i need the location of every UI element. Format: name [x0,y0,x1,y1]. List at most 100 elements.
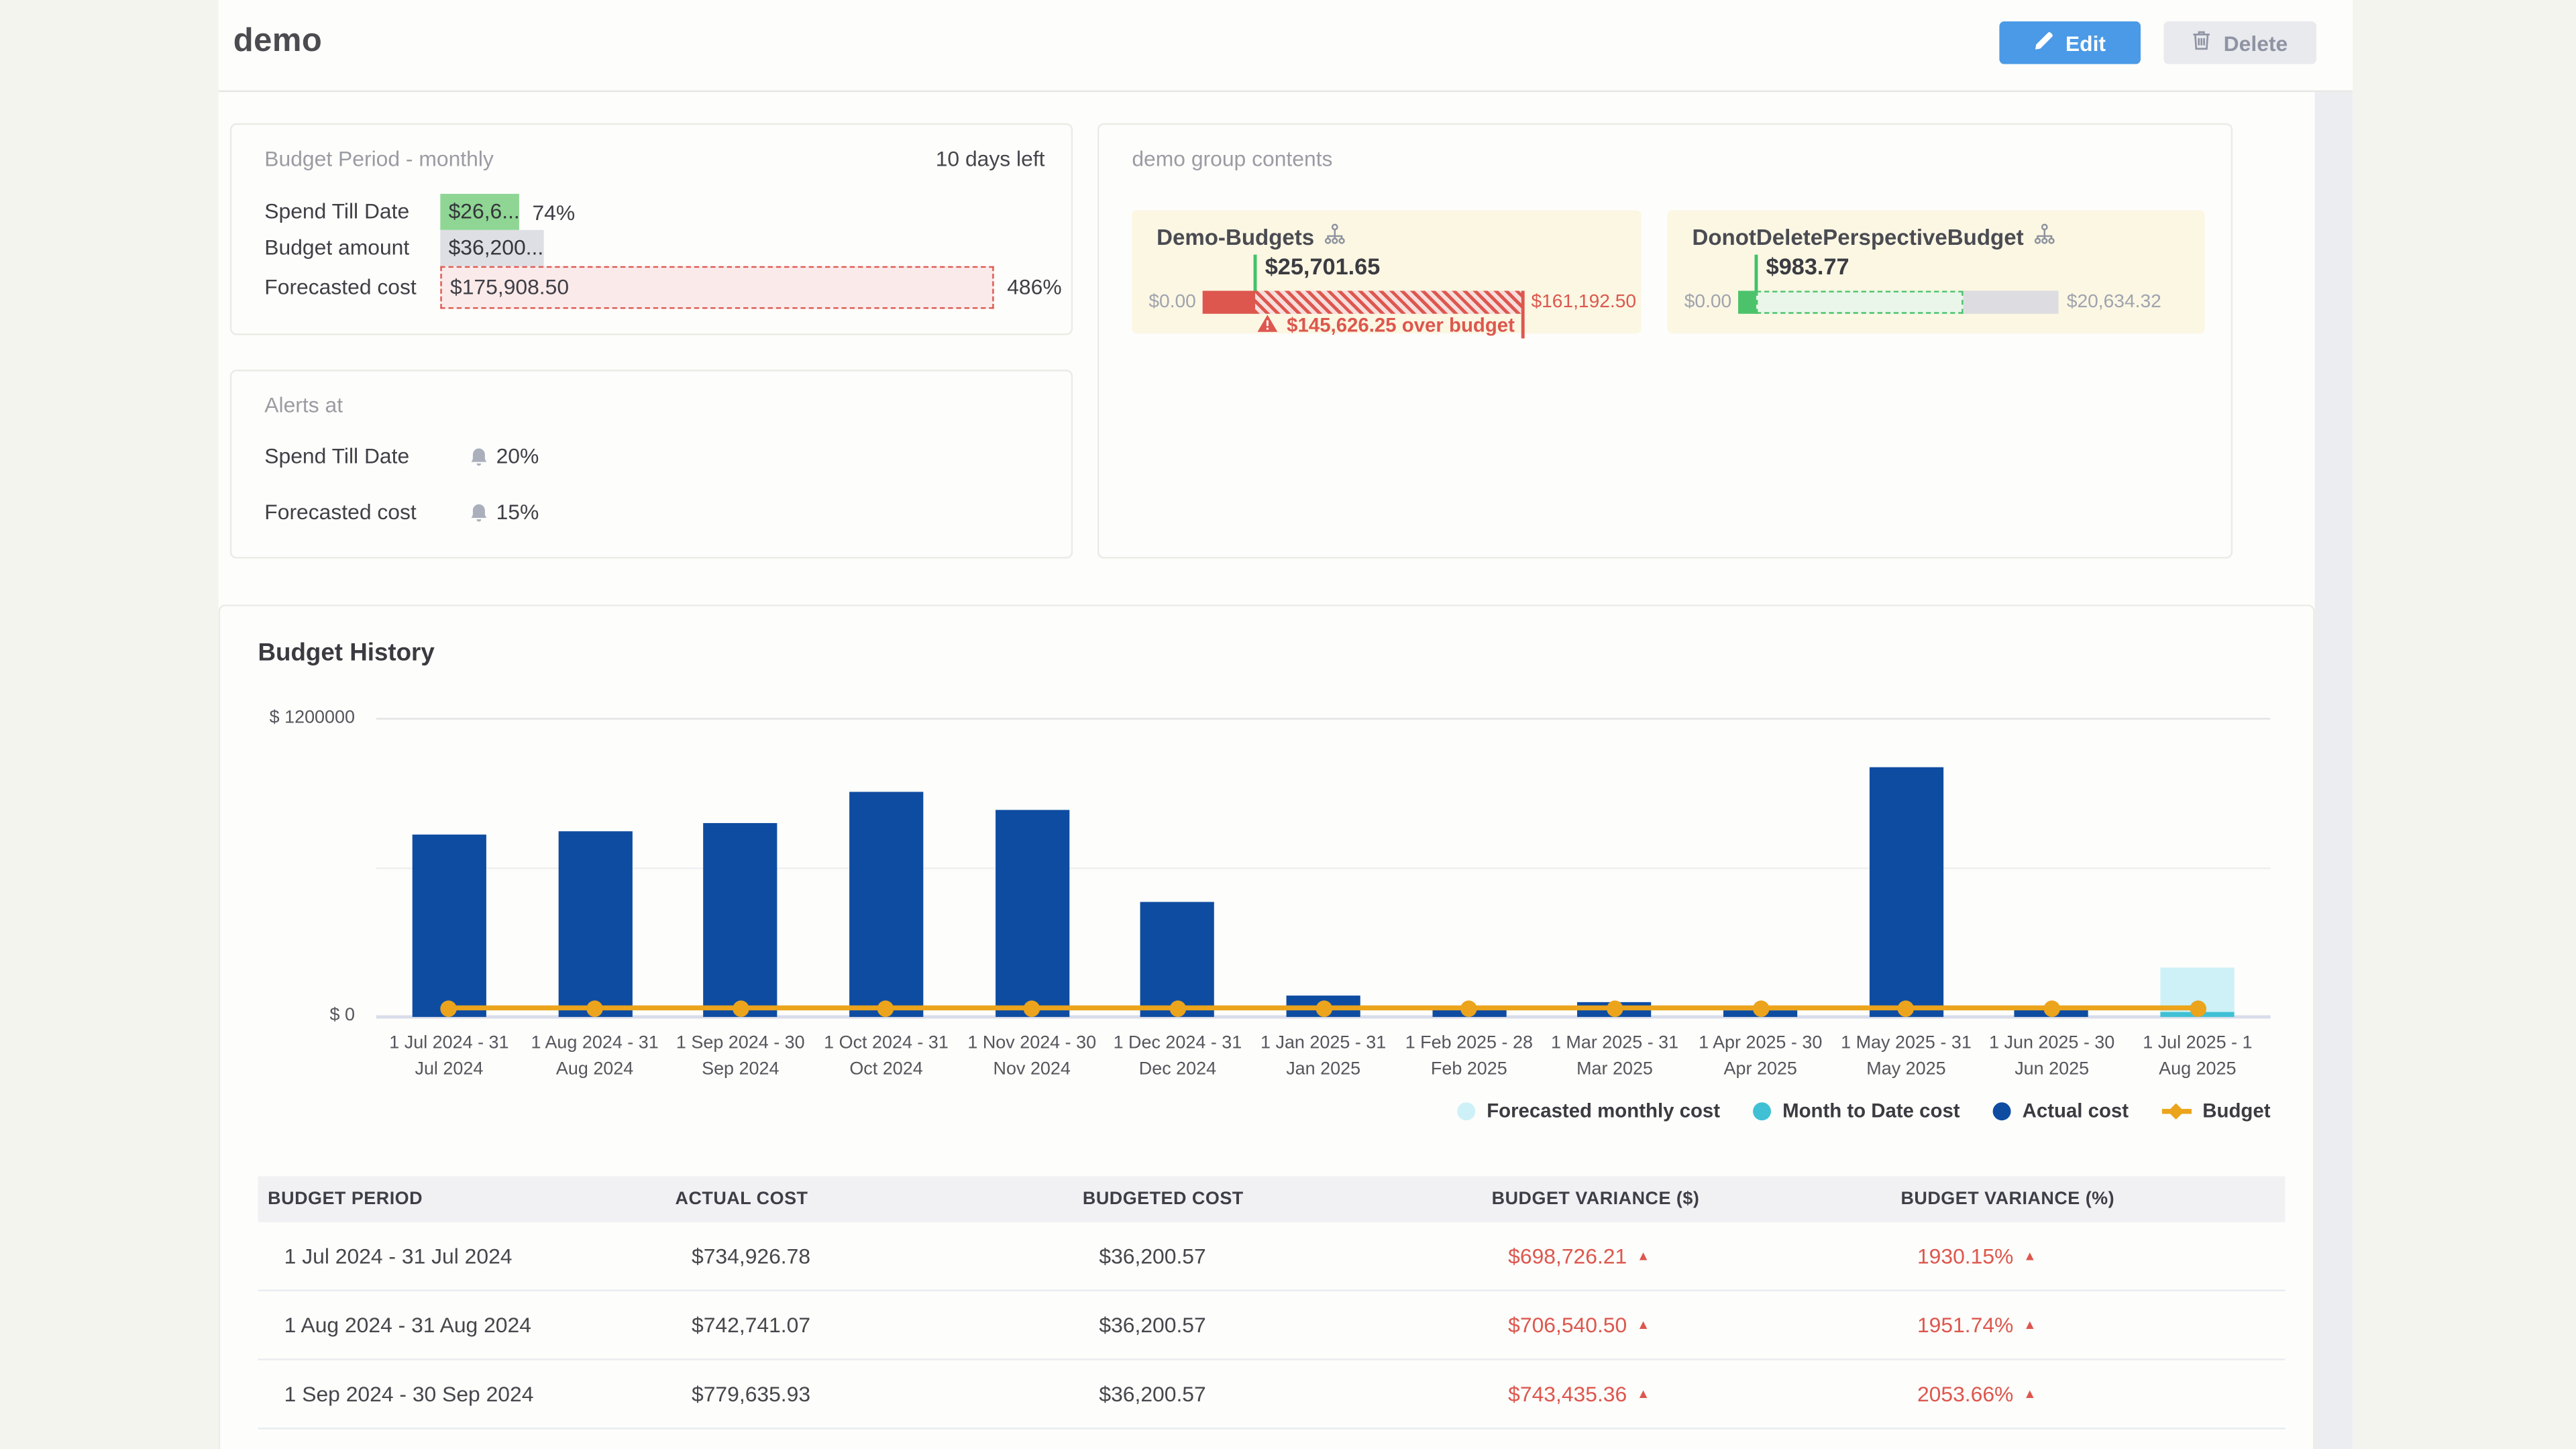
table-cell: 1 Jul 2024 - 31 Jul 2024 [258,1222,665,1289]
legend-item-budget[interactable]: Budget [2161,1099,2270,1122]
x-axis-tick-label: 1 Apr 2025 - 30Apr 2025 [1682,1030,1839,1083]
cell-value: $698,726.21 [1508,1244,1627,1269]
x-axis-tick-label: 1 Jul 2025 - 1Aug 2025 [2118,1030,2276,1083]
tick-line-1: 1 Sep 2024 - 30 [661,1030,819,1057]
table-column-header: BUDGET VARIANCE (%) [1891,1176,2286,1222]
actual-cost-bar [558,832,632,1017]
table-body: 1 Jul 2024 - 31 Jul 2024 $734,926.78 $36,2… [258,1222,2285,1430]
x-axis-tick-label: 1 Dec 2024 - 31Dec 2024 [1099,1030,1256,1083]
x-axis-tick-label: 1 Feb 2025 - 28Feb 2025 [1390,1030,1548,1083]
tick-line-1: 1 Jan 2025 - 31 [1244,1030,1402,1057]
variance-up-icon: ▲ [2023,1387,2036,1401]
gridline-mid [376,867,2271,869]
budget-line-marker [1752,1000,1768,1016]
spend-segment [1203,290,1255,313]
page-header: demo Edit Delete [219,0,2353,92]
budget-line-marker [733,1000,749,1016]
forecasted-cost-label: Forecasted cost [264,270,417,306]
spend-till-date-label: Spend Till Date [264,194,409,230]
tick-line-1: 1 May 2025 - 31 [1827,1030,1985,1057]
bell-icon [470,445,488,475]
alert-row-forecast: Forecasted cost 15% [231,499,1071,525]
tick-line-1: 1 Dec 2024 - 31 [1099,1030,1256,1057]
tick-line-1: 1 Nov 2024 - 30 [953,1030,1111,1057]
variance-up-icon: ▲ [2023,1318,2036,1332]
alert-forecast-value: 15% [496,499,539,524]
table-cell: 1 Sep 2024 - 30 Sep 2024 [258,1360,665,1428]
alert-spend-label: Spend Till Date [264,443,409,468]
budget-item-demo-budgets[interactable]: Demo-Budgets $25,701.65 $0.00 $161,192.5… [1132,210,1641,333]
x-axis-tick-label: 1 Jan 2025 - 31Jan 2025 [1244,1030,1402,1083]
legend-item-forecasted-monthly-cost[interactable]: Forecasted monthly cost [1457,1099,1720,1122]
legend-swatch [1753,1102,1771,1120]
tick-line-2: Dec 2024 [1099,1057,1256,1083]
budget-item-spend: $25,701.65 [1265,253,1381,279]
chart-legend: Forecasted monthly cost Month to Date cos… [220,1099,2270,1122]
tick-line-2: Jul 2024 [370,1057,528,1083]
edit-button[interactable]: Edit [1999,21,2141,64]
group-contents-card: demo group contents Demo-Budgets $25,701… [1097,123,2233,559]
budget-history-card: Budget History $ 1200000 $ 0 Forecasted … [219,604,2315,1449]
variance-cell: 1930.15% ▲ [1891,1222,2286,1289]
hierarchy-icon [1324,223,1346,250]
budget-period-card: Budget Period - monthly 10 days left Spe… [230,123,1073,335]
alert-row-spend: Spend Till Date 20% [231,443,1071,470]
delete-button-label: Delete [2224,30,2288,55]
cell-value: 1 Jul 2024 - 31 Jul 2024 [284,1244,513,1269]
alerts-card: Alerts at Spend Till Date 20% Forecasted… [230,370,1073,559]
forecast-over-segment [1255,290,1523,313]
tick-line-2: May 2025 [1827,1057,1985,1083]
tick-line-1: 1 Jul 2025 - 1 [2118,1030,2276,1057]
table-cell: 1 Aug 2024 - 31 Aug 2024 [258,1291,665,1358]
content-column: demo Edit Delete Budget Period - monthly… [219,0,2353,1449]
x-axis-tick-label: 1 May 2025 - 31May 2025 [1827,1030,1985,1083]
table-header-row: BUDGET PERIODACTUAL COSTBUDGETED COSTBUD… [258,1176,2285,1222]
cell-value: $36,200.57 [1099,1313,1205,1338]
table-column-header: ACTUAL COST [665,1176,1073,1222]
over-budget-text: $145,626.25 over budget [1287,314,1515,337]
legend-item-actual-cost[interactable]: Actual cost [1993,1099,2129,1122]
budget-item-name: DonotDeletePerspectiveBudget [1692,224,2023,249]
bar-max-label: $161,192.50 [1531,292,1636,312]
table-cell: $36,200.57 [1073,1360,1482,1428]
bar-min-label: $0.00 [1132,292,1196,312]
variance-cell: 1951.74%▲ [1891,1291,2286,1358]
budget-item-donotdelete[interactable]: DonotDeletePerspectiveBudget $983.77 $0.… [1668,210,2205,333]
table-cell: $36,200.57 [1073,1222,1482,1289]
tick-line-2: Oct 2024 [807,1057,965,1083]
tick-line-2: Jun 2025 [1973,1057,2131,1083]
y-axis-zero-label: $ 0 [220,1006,355,1025]
scrollbar-track[interactable] [2315,92,2353,1449]
budget-line-marker [1461,1000,1477,1016]
budget-line-marker [1607,1000,1623,1016]
variance-up-icon: ▲ [2023,1248,2036,1263]
warning-icon [1257,314,1279,333]
forecasted-cost-box: $175,908.50 [440,266,994,309]
actual-cost-bar [412,834,486,1017]
cell-value: $734,926.78 [692,1244,810,1269]
cell-value: 2053.66% [1917,1382,2013,1407]
budget-line-marker [2190,1000,2206,1016]
budget-history-title: Budget History [258,639,434,667]
delete-button[interactable]: Delete [2163,21,2316,64]
bell-icon [470,501,488,531]
variance-cell: $698,726.21▲ [1482,1222,1891,1289]
x-axis-tick-label: 1 Sep 2024 - 30Sep 2024 [661,1030,819,1083]
forecast-segment [1756,290,1964,313]
budget-item-name: Demo-Budgets [1157,224,1314,249]
x-axis-tick-label: 1 Nov 2024 - 30Nov 2024 [953,1030,1111,1083]
legend-swatch [1457,1102,1475,1120]
legend-item-month-to-date-cost[interactable]: Month to Date cost [1753,1099,1960,1122]
budget-line-marker [2043,1000,2059,1016]
budget-history-table: BUDGET PERIODACTUAL COSTBUDGETED COSTBUD… [258,1176,2285,1429]
cell-value: 1930.15% [1917,1244,2013,1269]
alerts-card-title: Alerts at [264,392,343,417]
tick-line-1: 1 Apr 2025 - 30 [1682,1030,1839,1057]
alert-forecast-label: Forecasted cost [264,499,417,524]
actual-cost-bar [1140,902,1214,1017]
hierarchy-icon [2033,223,2055,250]
table-cell: $734,926.78 [665,1222,1073,1289]
actual-cost-bar [1869,767,1943,1017]
tick-line-1: 1 Feb 2025 - 28 [1390,1030,1548,1057]
alert-spend-value: 20% [496,443,539,468]
